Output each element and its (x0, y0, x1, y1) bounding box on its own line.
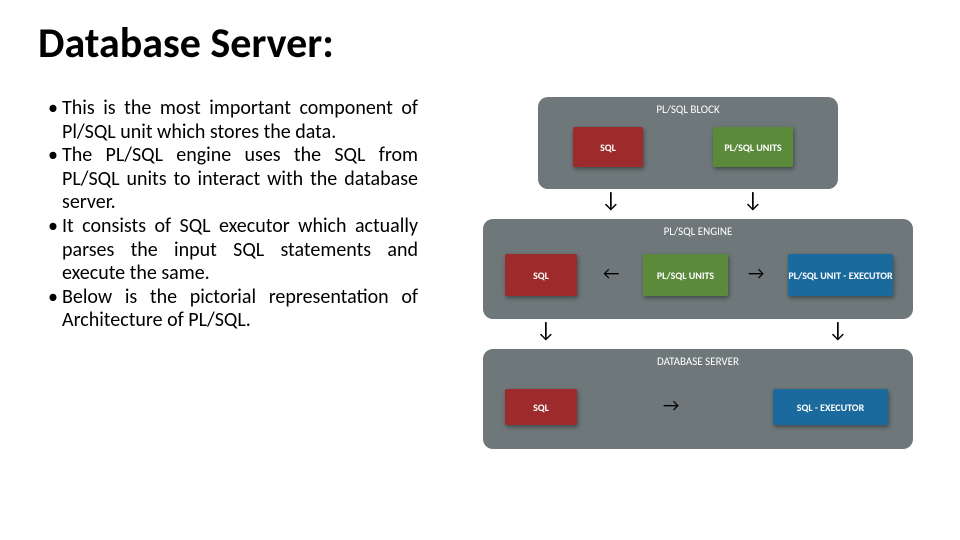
bullet-item: The PL/SQL engine uses the SQL from PL/S… (48, 144, 418, 215)
box-plsql-units-1: PL/SQL UNITS (713, 127, 793, 167)
arrow-down-icon: ↓ (601, 189, 621, 211)
architecture-diagram: PL/SQL BLOCK SQL PL/SQL UNITS ↓ ↓ PL/SQL… (448, 97, 940, 333)
arrow-right-icon: → (663, 396, 679, 414)
box-sql-1: SQL (573, 127, 643, 167)
arrow-right-icon: → (748, 264, 764, 282)
block-title-plsql-block: PL/SQL BLOCK (538, 97, 838, 120)
block-title-plsql-engine: PL/SQL ENGINE (483, 219, 913, 242)
plsql-block: PL/SQL BLOCK SQL PL/SQL UNITS (538, 97, 838, 189)
block-title-database-server: DATABASE SERVER (483, 349, 913, 372)
database-server: DATABASE SERVER SQL SQL - EXECUTOR → (483, 349, 913, 449)
box-sql-2: SQL (505, 254, 577, 296)
box-sql-executor: SQL - EXECUTOR (773, 389, 888, 425)
arrow-down-icon: ↓ (828, 319, 848, 341)
arrow-down-icon: ↓ (536, 319, 556, 341)
bullet-list: This is the most important component of … (48, 97, 418, 333)
bullet-item: It consists of SQL executor which actual… (48, 215, 418, 286)
page-title: Database Server: (0, 0, 960, 69)
bullet-item: Below is the pictorial representation of… (48, 286, 418, 333)
arrow-left-icon: ← (603, 264, 619, 282)
bullet-item: This is the most important component of … (48, 97, 418, 144)
box-sql-3: SQL (505, 389, 577, 425)
plsql-engine: PL/SQL ENGINE SQL PL/SQL UNITS PL/SQL UN… (483, 219, 913, 319)
content-area: This is the most important component of … (0, 69, 960, 333)
box-plsql-units-2: PL/SQL UNITS (643, 254, 728, 296)
box-plsql-unit-executor: PL/SQL UNIT - EXECUTOR (788, 254, 893, 296)
arrow-down-icon: ↓ (743, 189, 763, 211)
